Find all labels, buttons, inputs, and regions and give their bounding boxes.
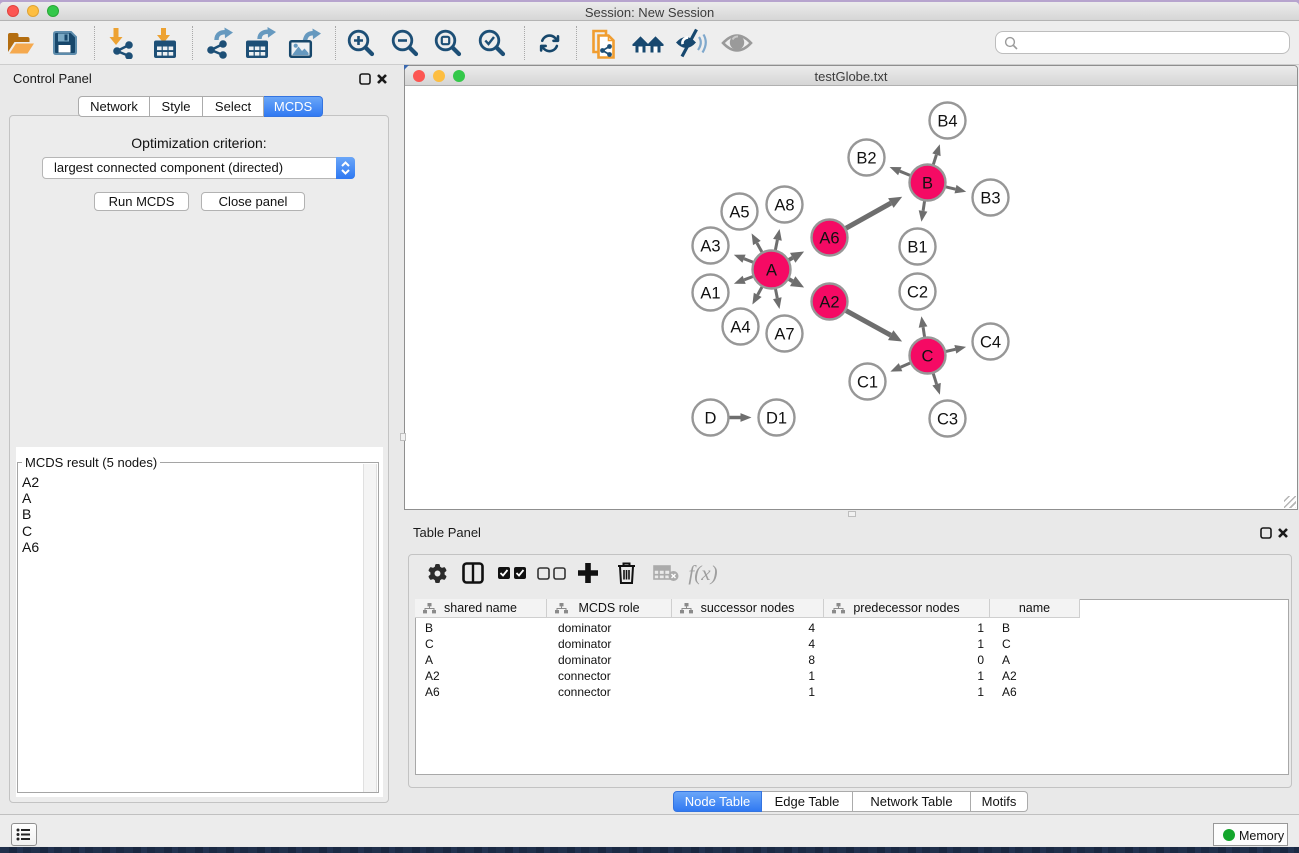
svg-text:A8: A8 (774, 197, 794, 215)
svg-text:C2: C2 (907, 284, 928, 302)
svg-text:A4: A4 (730, 319, 750, 337)
svg-text:B3: B3 (980, 190, 1000, 208)
svg-text:A3: A3 (700, 238, 720, 256)
svg-text:D: D (705, 410, 717, 428)
svg-text:A6: A6 (819, 230, 839, 248)
svg-text:A2: A2 (819, 294, 839, 312)
svg-text:C4: C4 (980, 334, 1001, 352)
svg-text:C3: C3 (937, 411, 958, 429)
svg-text:B: B (922, 175, 933, 193)
svg-text:A1: A1 (700, 285, 720, 303)
svg-text:C1: C1 (857, 374, 878, 392)
svg-text:D1: D1 (766, 410, 787, 428)
svg-text:A7: A7 (774, 326, 794, 344)
svg-text:C: C (922, 348, 934, 366)
svg-text:B2: B2 (856, 150, 876, 168)
svg-text:A: A (766, 262, 777, 280)
svg-text:B4: B4 (937, 113, 957, 131)
svg-text:B1: B1 (907, 239, 927, 257)
svg-text:A5: A5 (729, 204, 749, 222)
